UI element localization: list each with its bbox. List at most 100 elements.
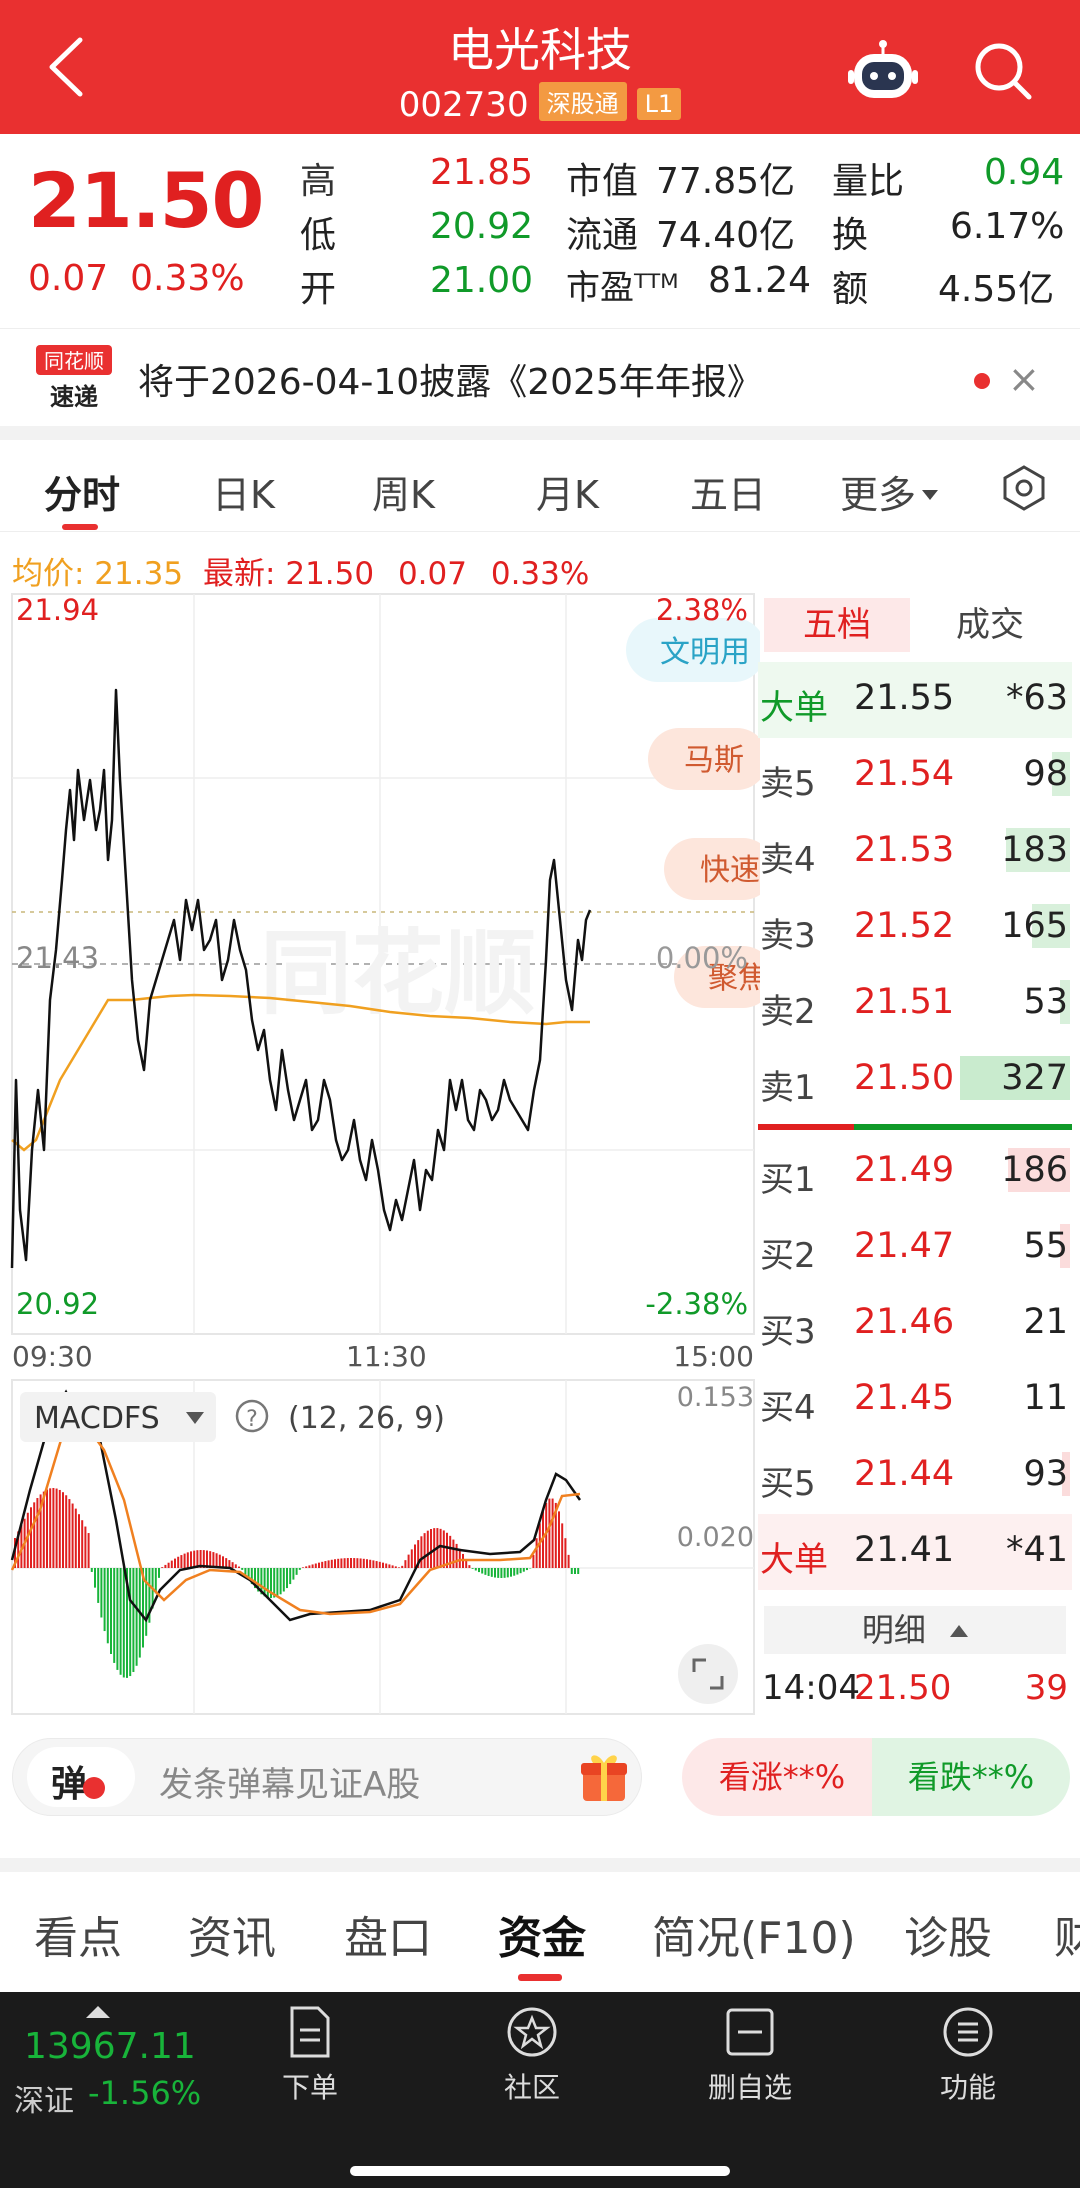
danmu-input[interactable]: 弹 发条弹幕见证A股 xyxy=(12,1738,642,1816)
expand-up-icon[interactable] xyxy=(86,2006,110,2018)
bid-price: 21.47 xyxy=(854,1226,955,1266)
ask-row-5[interactable]: 卖5 21.54 98 xyxy=(758,738,1072,814)
tab-diagnosis[interactable]: 诊股 xyxy=(904,1902,992,1966)
tab-monthly-k[interactable]: 月K xyxy=(536,464,599,519)
macd-bar xyxy=(330,1559,333,1568)
gift-icon[interactable] xyxy=(579,1751,629,1803)
tab-finance[interactable]: 财 xyxy=(1054,1902,1080,1966)
bid-volume: 186 xyxy=(1001,1150,1068,1190)
bid-ratio-bar xyxy=(758,1124,854,1130)
macd-bar xyxy=(84,1526,87,1568)
close-notice-button[interactable]: × xyxy=(1008,357,1040,401)
tab-daily-k[interactable]: 日K xyxy=(212,464,275,519)
big-order-label: 大单 xyxy=(760,688,828,728)
bid-row-5[interactable]: 买5 21.44 93 xyxy=(758,1438,1072,1514)
bubble-3[interactable]: 快速 xyxy=(700,853,760,888)
bid-volume: 55 xyxy=(1023,1226,1068,1266)
big-order-bottom[interactable]: 大单 21.41 *41 xyxy=(758,1514,1072,1590)
macd-bar xyxy=(548,1498,551,1568)
bubble-2[interactable]: 马斯 xyxy=(684,743,744,778)
tab-highlights[interactable]: 看点 xyxy=(34,1902,122,1966)
macd-bar xyxy=(193,1550,196,1568)
robot-assistant-icon[interactable] xyxy=(848,38,918,104)
search-icon[interactable] xyxy=(972,40,1034,102)
level-tag: L1 xyxy=(636,88,682,120)
tab-fund-flow[interactable]: 资金 xyxy=(498,1902,586,1966)
macd-bar xyxy=(177,1556,180,1568)
notice-text[interactable]: 将于2026-04-10披露《2025年年报》 xyxy=(138,353,763,405)
macd-bar xyxy=(106,1568,109,1644)
macd-bar xyxy=(468,1565,471,1568)
bid-row-4[interactable]: 买4 21.45 11 xyxy=(758,1362,1072,1438)
unread-dot-icon xyxy=(974,373,990,389)
settings-hexagon-icon[interactable] xyxy=(1000,464,1048,512)
connect-tag: 深股通 xyxy=(538,82,627,121)
tab-five-levels[interactable]: 五档 xyxy=(764,598,910,652)
macd-bar xyxy=(238,1566,240,1568)
ask-row-2[interactable]: 卖2 21.51 53 xyxy=(758,966,1072,1042)
macd-bar xyxy=(158,1568,160,1578)
tab-five-day[interactable]: 五日 xyxy=(690,464,766,519)
index-value[interactable]: 13967.11 xyxy=(24,2026,196,2067)
bid-price: 21.44 xyxy=(854,1454,955,1494)
bid-row-1[interactable]: 买1 21.49 186 xyxy=(758,1134,1072,1210)
macd-bar xyxy=(404,1560,407,1568)
big-order-price: 21.41 xyxy=(854,1530,955,1570)
danmu-toggle[interactable]: 弹 xyxy=(27,1747,135,1807)
macd-bar xyxy=(305,1566,308,1568)
tab-market-depth[interactable]: 盘口 xyxy=(344,1902,432,1966)
macd-bar xyxy=(487,1568,490,1576)
ask-row-4[interactable]: 卖4 21.53 183 xyxy=(758,814,1072,890)
macd-bar xyxy=(218,1554,221,1568)
ask-row-3[interactable]: 卖3 21.52 165 xyxy=(758,890,1072,966)
bearish-vote-button[interactable]: 看跌**% xyxy=(872,1738,1070,1816)
macd-bar xyxy=(55,1488,58,1568)
macd-bar xyxy=(164,1564,167,1568)
bubble-1[interactable]: 文明用 xyxy=(660,635,750,670)
intraday-chart[interactable]: 同花顺 文明用 马斯 快速 聚焦 21.94 21.43 20.92 2.38%… xyxy=(0,590,760,1720)
big-order-top[interactable]: 大单 21.55 *63 xyxy=(758,662,1072,738)
macd-bar xyxy=(62,1492,64,1568)
macd-bar xyxy=(385,1563,388,1568)
tab-weekly-k[interactable]: 周K xyxy=(372,464,435,519)
tab-trades[interactable]: 成交 xyxy=(956,598,1024,652)
tab-profile-f10[interactable]: 简况(F10) xyxy=(652,1902,856,1966)
bullish-vote-button[interactable]: 看涨**% xyxy=(682,1738,882,1816)
stock-code-line: 002730 深股通 L1 xyxy=(0,82,1080,125)
help-icon-glyph: ? xyxy=(246,1407,258,1432)
nav-remove-watchlist[interactable]: 删自选 xyxy=(680,2004,820,2106)
macd-bar xyxy=(353,1558,356,1568)
tab-more[interactable]: 更多 xyxy=(840,464,939,519)
macd-bar xyxy=(132,1568,135,1672)
macd-bar xyxy=(314,1563,317,1568)
macd-bar xyxy=(276,1568,279,1597)
bid-row-3[interactable]: 买3 21.46 21 xyxy=(758,1286,1072,1362)
nav-place-order[interactable]: 下单 xyxy=(240,2004,380,2106)
bid-row-2[interactable]: 买2 21.47 55 xyxy=(758,1210,1072,1286)
nav-community[interactable]: 社区 xyxy=(462,2004,602,2106)
macd-bar xyxy=(478,1568,480,1573)
macd-bar xyxy=(558,1511,560,1568)
bid-price: 21.49 xyxy=(854,1150,955,1190)
danmu-placeholder: 发条弹幕见证A股 xyxy=(159,1765,421,1805)
nav-label: 功能 xyxy=(939,2071,996,2104)
community-star-icon xyxy=(507,2007,557,2057)
minus-box-icon xyxy=(726,2008,774,2056)
macd-bar xyxy=(113,1568,116,1663)
macd-bar xyxy=(346,1558,349,1568)
nav-functions[interactable]: 功能 xyxy=(898,2004,1038,2106)
macd-bar xyxy=(186,1552,189,1568)
detail-header[interactable]: 明细 xyxy=(764,1606,1066,1654)
notice-bar[interactable]: 同花顺 速递 将于2026-04-10披露《2025年年报》 × xyxy=(0,328,1080,426)
macd-bar xyxy=(401,1565,404,1568)
trade-time: 14:04 xyxy=(762,1668,860,1708)
macd-bar xyxy=(234,1564,237,1568)
macd-bar xyxy=(350,1558,352,1568)
tab-intraday[interactable]: 分时 xyxy=(44,464,120,519)
macd-bar xyxy=(500,1568,503,1578)
macd-bar xyxy=(497,1568,500,1578)
ask-row-1[interactable]: 卖1 21.50 327 xyxy=(758,1042,1072,1118)
bid-ask-divider xyxy=(758,1124,1072,1130)
fullscreen-button[interactable] xyxy=(678,1644,738,1704)
tab-news[interactable]: 资讯 xyxy=(188,1902,276,1966)
